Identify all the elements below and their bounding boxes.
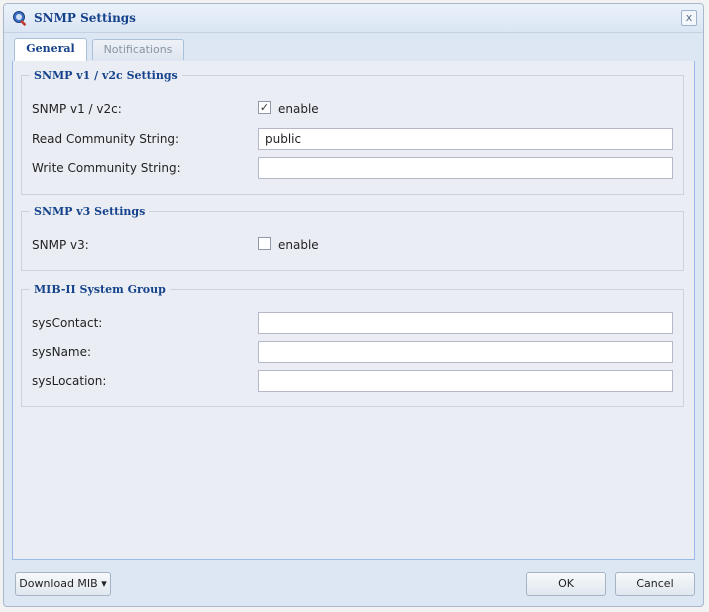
sys-location-input[interactable] xyxy=(258,370,673,392)
snmp-magnifier-icon xyxy=(13,11,27,26)
write-community-input[interactable] xyxy=(258,157,673,179)
snmp-v1-v2c-fieldset: SNMP v1 / v2c Settings SNMP v1 / v2c: ✓ … xyxy=(21,69,684,195)
sys-name-input[interactable] xyxy=(258,341,673,363)
snmp-v1-v2c-enable-label[interactable]: enable xyxy=(278,102,319,116)
sys-location-label: sysLocation: xyxy=(32,374,107,388)
snmp-v1-v2c-label: SNMP v1 / v2c: xyxy=(32,102,122,116)
snmp-v3-legend: SNMP v3 Settings xyxy=(34,205,146,218)
tab-notifications[interactable]: Notifications xyxy=(92,39,184,60)
sys-contact-row: sysContact: xyxy=(32,312,673,334)
tab-general[interactable]: General xyxy=(14,38,87,61)
read-community-input[interactable] xyxy=(258,128,673,150)
ok-button[interactable]: OK xyxy=(526,572,606,596)
read-community-label: Read Community String: xyxy=(32,132,180,146)
snmp-v3-enable-checkbox[interactable] xyxy=(258,237,271,250)
snmp-v1-v2c-row: SNMP v1 / v2c: ✓ enable xyxy=(32,98,673,120)
snmp-v3-row: SNMP v3: enable xyxy=(32,234,673,256)
mib-ii-legend: MIB-II System Group xyxy=(34,283,166,296)
snmp-v3-label: SNMP v3: xyxy=(32,238,89,252)
window-title: SNMP Settings xyxy=(34,11,136,25)
snmp-v1-v2c-enable-checkbox[interactable]: ✓ xyxy=(258,101,271,114)
general-tab-panel: SNMP v1 / v2c Settings SNMP v1 / v2c: ✓ … xyxy=(12,61,695,560)
write-community-row: Write Community String: xyxy=(32,157,673,179)
snmp-settings-dialog: SNMP Settings x General Notifications SN… xyxy=(3,3,704,607)
cancel-button[interactable]: Cancel xyxy=(615,572,695,596)
sys-location-row: sysLocation: xyxy=(32,370,673,392)
sys-name-label: sysName: xyxy=(32,345,92,359)
download-mib-button[interactable]: Download MIB ▾ xyxy=(15,572,111,596)
sys-contact-input[interactable] xyxy=(258,312,673,334)
title-bar[interactable]: SNMP Settings x xyxy=(4,4,703,33)
close-icon[interactable]: x xyxy=(686,11,693,24)
snmp-v1-v2c-legend: SNMP v1 / v2c Settings xyxy=(34,69,178,82)
sys-name-row: sysName: xyxy=(32,341,673,363)
snmp-v3-enable-label[interactable]: enable xyxy=(278,238,319,252)
mib-ii-system-group-fieldset: MIB-II System Group sysContact: sysName:… xyxy=(21,283,684,407)
read-community-row: Read Community String: xyxy=(32,128,673,150)
tab-strip: General Notifications xyxy=(12,37,695,62)
sys-contact-label: sysContact: xyxy=(32,316,103,330)
write-community-label: Write Community String: xyxy=(32,161,181,175)
snmp-v3-fieldset: SNMP v3 Settings SNMP v3: enable xyxy=(21,205,684,271)
check-icon: ✓ xyxy=(259,101,270,114)
close-button[interactable]: x xyxy=(681,10,697,26)
